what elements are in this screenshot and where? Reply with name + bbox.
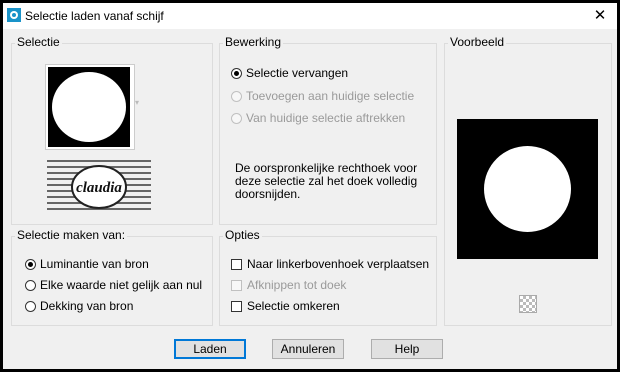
checkbox-omkeren[interactable]: Selectie omkeren bbox=[231, 299, 340, 313]
window-title: Selectie laden vanaf schijf bbox=[25, 9, 164, 23]
checkbox-label: Afknippen tot doek bbox=[247, 278, 347, 292]
radio-dekking[interactable]: Dekking van bron bbox=[25, 299, 133, 313]
app-icon bbox=[7, 8, 21, 22]
radio-aftrekken[interactable]: Van huidige selectie aftrekken bbox=[231, 111, 405, 125]
close-icon: ✕ bbox=[593, 7, 607, 24]
radio-selected-icon bbox=[231, 67, 242, 79]
voorbeeld-group: Voorbeeld bbox=[444, 35, 612, 326]
selectie-maken-group-title: Selectie maken van: bbox=[15, 228, 128, 242]
radio-toevoegen[interactable]: Toevoegen aan huidige selectie bbox=[231, 89, 414, 103]
radio-disabled-icon bbox=[231, 112, 242, 124]
selectie-group-title: Selectie bbox=[15, 35, 62, 49]
thumbnail-dropdown-icon[interactable]: ▾ bbox=[135, 98, 139, 107]
radio-label: Elke waarde niet gelijk aan nul bbox=[40, 278, 203, 292]
bewerking-description: De oorspronkelijke rechthoek voor deze s… bbox=[235, 161, 418, 201]
checkbox-linkerbovenhoek[interactable]: Naar linkerbovenhoek verplaatsen bbox=[231, 257, 429, 271]
radio-luminantie[interactable]: Luminantie van bron bbox=[25, 257, 149, 271]
radio-label: Luminantie van bron bbox=[40, 257, 149, 271]
close-button[interactable]: ✕ bbox=[589, 5, 611, 27]
preview-canvas bbox=[457, 119, 598, 259]
radio-unselected-icon bbox=[25, 279, 36, 291]
checkbox-label: Selectie omkeren bbox=[247, 299, 340, 313]
svg-text:claudia: claudia bbox=[76, 180, 122, 196]
radio-disabled-icon bbox=[231, 90, 242, 102]
radio-label: Selectie vervangen bbox=[246, 66, 349, 80]
help-button[interactable]: Help bbox=[371, 339, 443, 359]
load-button[interactable]: Laden bbox=[174, 339, 246, 359]
opties-group-title: Opties bbox=[223, 228, 262, 242]
selection-thumbnail[interactable] bbox=[45, 64, 135, 150]
dialog-window: Selectie laden vanaf schijf ✕ Selectie ▾… bbox=[3, 3, 617, 369]
radio-elke-waarde[interactable]: Elke waarde niet gelijk aan nul bbox=[25, 278, 202, 292]
radio-unselected-icon bbox=[25, 300, 36, 312]
voorbeeld-group-title: Voorbeeld bbox=[448, 35, 507, 49]
radio-label: Toevoegen aan huidige selectie bbox=[246, 89, 415, 103]
bewerking-group-title: Bewerking bbox=[223, 35, 284, 49]
checkbox-icon bbox=[231, 258, 242, 270]
checkbox-label: Naar linkerbovenhoek verplaatsen bbox=[247, 257, 430, 271]
checkbox-afknippen[interactable]: Afknippen tot doek bbox=[231, 278, 346, 292]
radio-label: Van huidige selectie aftrekken bbox=[246, 111, 406, 125]
cancel-button[interactable]: Annuleren bbox=[272, 339, 344, 359]
radio-selectie-vervangen[interactable]: Selectie vervangen bbox=[231, 66, 348, 80]
checkbox-icon bbox=[231, 300, 242, 312]
transparency-toggle-icon[interactable] bbox=[519, 295, 537, 313]
selectie-group: Selectie ▾ claudia bbox=[11, 35, 213, 225]
radio-selected-icon bbox=[25, 258, 36, 270]
title-bar: Selectie laden vanaf schijf ✕ bbox=[3, 3, 617, 29]
claudia-watermark-logo: claudia bbox=[47, 160, 151, 210]
radio-label: Dekking van bron bbox=[40, 299, 134, 313]
checkbox-disabled-icon bbox=[231, 279, 242, 291]
